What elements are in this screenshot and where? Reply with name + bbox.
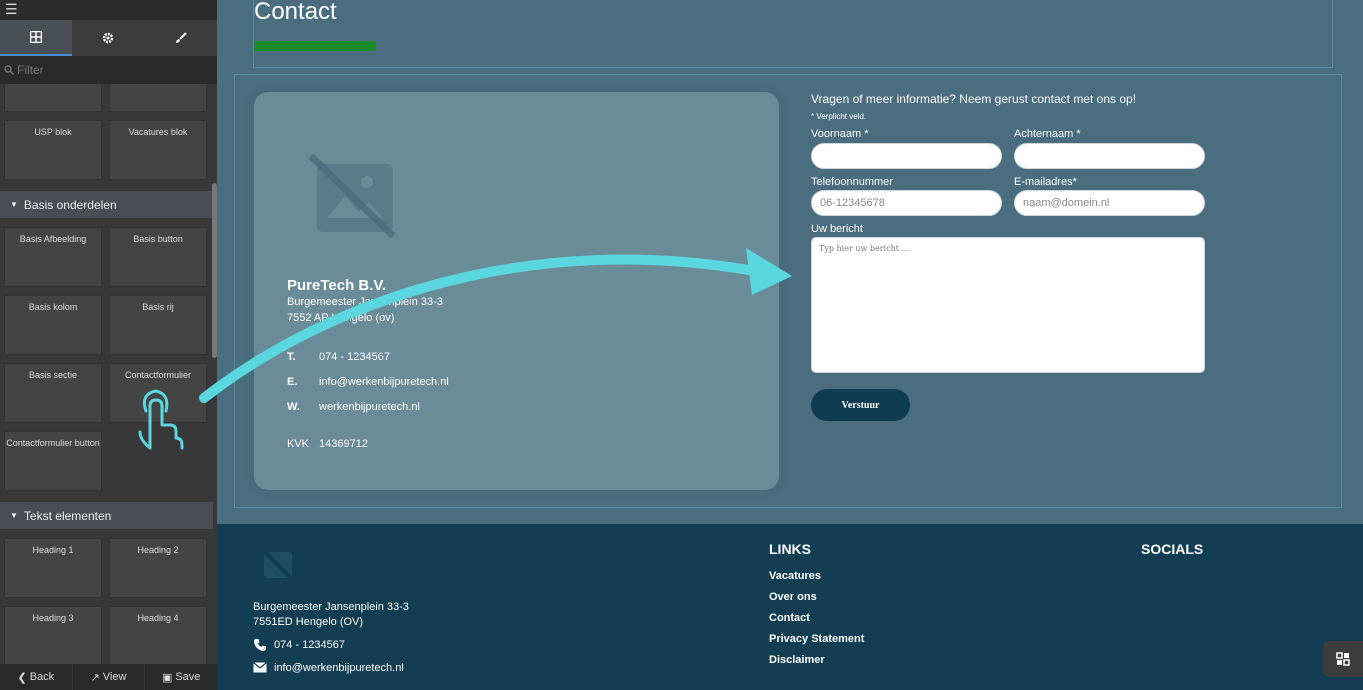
message-label: Uw bericht — [811, 223, 863, 235]
block-vacatures[interactable]: Vacatures blok — [109, 120, 207, 180]
tab-blocks[interactable] — [0, 20, 73, 56]
required-note: * Verplicht veld. — [811, 112, 867, 121]
save-button[interactable]: ▣ Save — [145, 664, 217, 690]
builder-sidebar: ☰ Filter USP blok Vacatures blok ▼ Basis… — [0, 0, 217, 690]
last-name-label: Achternaam * — [1014, 128, 1081, 140]
page-canvas: Contact PureTech B.V. Burgemeester Janse… — [217, 0, 1363, 524]
block-heading-4[interactable]: Heading 4 — [109, 606, 207, 664]
sidebar-footer: ❮ Back ↗ View ▣ Save — [0, 664, 217, 690]
filter-placeholder: Filter — [17, 63, 44, 77]
footer-email: info@werkenbijpuretech.nl — [274, 662, 404, 674]
block-basis-rij[interactable]: Basis rij — [109, 295, 207, 355]
block-usp[interactable]: USP blok — [4, 120, 102, 180]
message-textarea[interactable]: Typ hier uw bericht ... — [811, 237, 1205, 373]
tab-style[interactable] — [145, 20, 217, 56]
company-name: PureTech B.V. — [287, 277, 387, 294]
first-name-field[interactable] — [811, 143, 1002, 169]
footer-link-privacy[interactable]: Privacy Statement — [769, 633, 864, 645]
last-name-field[interactable] — [1014, 143, 1205, 169]
caret-down-icon: ▼ — [10, 200, 18, 209]
widget-button[interactable] — [1323, 641, 1363, 677]
company-card: PureTech B.V. Burgemeester Jansenplein 3… — [254, 92, 779, 490]
footer-link-disclaimer[interactable]: Disclaimer — [769, 654, 825, 666]
company-kvk: KVK 14369712 — [287, 438, 368, 450]
submit-button[interactable]: Verstuur — [811, 389, 910, 421]
footer-link-contact[interactable]: Contact — [769, 612, 810, 624]
email-value: info@werkenbijpuretech.nl — [319, 376, 449, 388]
company-phone: T. 074 - 1234567 — [287, 351, 390, 363]
logo-placeholder-icon — [261, 548, 295, 582]
blocks-list[interactable]: USP blok Vacatures blok ▼ Basis onderdel… — [0, 84, 217, 664]
section-title: Tekst elementen — [23, 508, 112, 523]
company-website: W. werkenbijpuretech.nl — [287, 401, 420, 413]
footer-address-1: Burgemeester Jansenplein 33-3 — [253, 601, 409, 613]
block-basis-sectie[interactable]: Basis sectie — [4, 363, 102, 423]
block-contactformulier-button[interactable]: Contactformulier button — [4, 431, 102, 491]
grid-widget-icon — [1336, 652, 1350, 666]
phone-icon — [254, 639, 266, 651]
section-guide — [253, 0, 1333, 68]
footer-link-over-ons[interactable]: Over ons — [769, 591, 817, 603]
email-field[interactable]: naam@domein.nl — [1014, 190, 1205, 216]
email-label: E-mailadres* — [1014, 176, 1077, 188]
view-label: View — [102, 671, 127, 683]
save-icon: ▣ — [161, 671, 173, 684]
back-arrow-icon: ❮ — [17, 671, 27, 684]
block-contactformulier[interactable]: Contactformulier — [109, 363, 207, 423]
back-label: Back — [29, 671, 55, 683]
kvk-value: 14369712 — [319, 438, 368, 450]
page-footer: Burgemeester Jansenplein 33-3 7551ED Hen… — [217, 524, 1363, 690]
first-name-label: Voornaam * — [811, 128, 869, 140]
phone-key: T. — [287, 351, 296, 363]
block-basis-kolom[interactable]: Basis kolom — [4, 295, 102, 355]
block-item[interactable] — [109, 84, 207, 112]
company-address-1: Burgemeester Jansenplein 33-3 — [287, 296, 443, 308]
footer-address-2: 7551ED Hengelo (OV) — [253, 616, 364, 628]
block-heading-3[interactable]: Heading 3 — [4, 606, 102, 664]
search-icon — [4, 65, 14, 75]
grid-icon — [30, 31, 43, 43]
web-key: W. — [287, 401, 300, 413]
company-email: E. info@werkenbijpuretech.nl — [287, 376, 449, 388]
web-value: werkenbijpuretech.nl — [319, 401, 420, 413]
view-button[interactable]: ↗ View — [73, 664, 146, 690]
save-label: Save — [175, 671, 201, 683]
email-key: E. — [287, 376, 298, 388]
block-basis-button[interactable]: Basis button — [109, 227, 207, 287]
form-intro: Vragen of meer informatie? Neem gerust c… — [811, 92, 1137, 106]
brush-icon — [175, 32, 187, 43]
caret-down-icon: ▼ — [10, 511, 18, 520]
phone-label: Telefoonnummer — [811, 176, 893, 188]
socials-heading: SOCIALS — [1141, 541, 1204, 557]
sidebar-tabs — [0, 20, 217, 56]
block-heading-1[interactable]: Heading 1 — [4, 538, 102, 598]
kvk-key: KVK — [287, 438, 310, 450]
block-basis-afbeelding[interactable]: Basis Afbeelding — [4, 227, 102, 287]
company-address-2: 7552 AP Hengelo (ov) — [287, 312, 395, 324]
block-item[interactable] — [4, 84, 102, 112]
links-heading: LINKS — [769, 541, 811, 557]
section-title: Basis onderdelen — [23, 197, 117, 212]
section-tekst-elementen[interactable]: ▼ Tekst elementen — [0, 502, 213, 529]
footer-phone: 074 - 1234567 — [274, 639, 345, 651]
block-heading-2[interactable]: Heading 2 — [109, 538, 207, 598]
image-placeholder-icon — [309, 154, 395, 238]
mail-icon — [253, 662, 267, 673]
phone-field[interactable]: 06-12345678 — [811, 190, 1002, 216]
section-basis-onderdelen[interactable]: ▼ Basis onderdelen — [0, 191, 213, 218]
filter-input[interactable]: Filter — [0, 56, 217, 84]
external-link-icon: ↗ — [90, 671, 100, 684]
footer-link-vacatures[interactable]: Vacatures — [769, 570, 821, 582]
menu-icon[interactable]: ☰ — [0, 0, 217, 20]
phone-value: 074 - 1234567 — [319, 351, 390, 363]
tab-settings[interactable] — [72, 20, 144, 56]
back-button[interactable]: ❮ Back — [0, 664, 73, 690]
gear-icon — [103, 32, 114, 44]
